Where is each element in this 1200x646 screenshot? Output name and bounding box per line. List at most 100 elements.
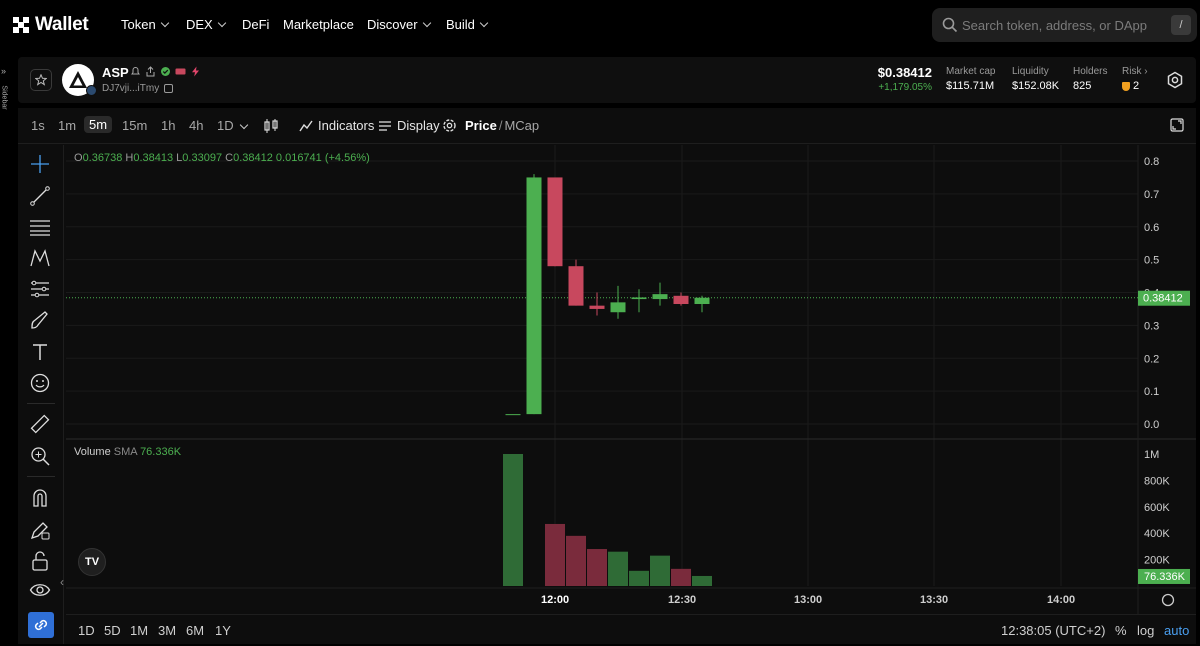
logo-text: Wallet: [35, 14, 89, 35]
timeframe-dropdown[interactable]: [239, 116, 249, 131]
nav-defi[interactable]: DeFi: [242, 17, 269, 32]
ruler-icon: [30, 414, 50, 434]
search-shortcut: /: [1171, 15, 1191, 35]
volume-axis-label: 800K: [1144, 475, 1170, 487]
lock-tool[interactable]: [29, 550, 51, 572]
volume-bar: [629, 570, 649, 586]
timeframe-1d[interactable]: 1D: [217, 118, 234, 133]
projection-icon: [31, 280, 49, 298]
trendline-tool[interactable]: [29, 185, 51, 207]
fullscreen-icon[interactable]: [1170, 118, 1184, 132]
nav-discover-label: Discover: [367, 17, 418, 32]
search-placeholder: Search token, address, or DApp: [962, 18, 1147, 33]
percent-toggle[interactable]: %: [1115, 623, 1127, 638]
nav-discover[interactable]: Discover: [367, 17, 431, 32]
chevron-down-icon: [160, 18, 169, 28]
candle-body: [505, 414, 521, 416]
fib-tool[interactable]: [29, 216, 51, 238]
crosshair-tool[interactable]: [29, 153, 51, 175]
range-1m[interactable]: 1M: [130, 623, 148, 638]
candlestick-type-icon[interactable]: [264, 118, 278, 134]
range-3m[interactable]: 3M: [158, 623, 176, 638]
lock-drawing-tool[interactable]: [29, 519, 51, 541]
stat-value: $115.71M: [946, 80, 995, 92]
volume-axis-label: 200K: [1144, 555, 1170, 567]
candle-body: [610, 302, 626, 313]
nav-build[interactable]: Build: [446, 17, 489, 32]
chart-plot-area[interactable]: 0.80.70.60.50.40.30.20.10.012:0012:3013:…: [60, 145, 1196, 644]
candle-body: [631, 297, 647, 300]
price-axis-label: 0.3: [1144, 320, 1159, 332]
wallet-logo[interactable]: Wallet: [13, 14, 89, 36]
axis-settings-gear-icon: [1161, 593, 1175, 607]
auto-toggle[interactable]: auto: [1164, 623, 1189, 638]
stat-label: Market cap: [946, 66, 996, 77]
link-tool[interactable]: [28, 612, 54, 638]
stat-risk[interactable]: Risk › 2: [1122, 66, 1148, 92]
sidebar-toggle[interactable]: » Sidebar: [0, 66, 12, 126]
top-nav: Wallet Token DEX DeFi Marketplace Discov…: [0, 0, 1200, 50]
timeframe-1h[interactable]: 1h: [161, 118, 175, 133]
range-6m[interactable]: 6M: [186, 623, 204, 638]
unlock-icon: [32, 551, 48, 571]
low-value: 0.33097: [182, 152, 223, 164]
indicators-button[interactable]: Indicators: [299, 118, 374, 133]
emoji-tool[interactable]: [29, 372, 51, 394]
check-badge-icon: [161, 67, 170, 76]
magnet-tool[interactable]: [29, 487, 51, 509]
change-value: 0.016741 (+4.56%): [275, 152, 370, 164]
range-1d[interactable]: 1D: [78, 623, 95, 638]
brush-tool[interactable]: [29, 309, 51, 331]
stat-value: $152.08K: [1012, 80, 1060, 92]
high-value: 0.38413: [133, 152, 174, 164]
measure-tool[interactable]: [29, 413, 51, 435]
display-button[interactable]: Display: [378, 118, 440, 133]
candle-body: [547, 177, 563, 267]
price-axis-label: 0.2: [1144, 353, 1159, 365]
settings-gear-icon[interactable]: [1166, 71, 1184, 89]
timeframe-1m[interactable]: 1m: [58, 118, 76, 133]
timeframe-4h[interactable]: 4h: [189, 118, 203, 133]
volume-sma-label: 76.336K: [1144, 571, 1186, 583]
price-mcap-toggle[interactable]: Price / MCap: [465, 118, 539, 133]
volume-bar: [671, 568, 691, 586]
stat-label: Holders: [1073, 66, 1108, 77]
favorite-button[interactable]: [30, 69, 52, 91]
time-axis-label: 14:00: [1047, 594, 1075, 606]
timeframe-1s[interactable]: 1s: [31, 118, 45, 133]
shield-icon: [1122, 81, 1130, 91]
zoom-tool[interactable]: [29, 445, 51, 467]
nav-marketplace[interactable]: Marketplace: [283, 17, 354, 32]
token-address-text: DJ7vji...iTmy: [102, 83, 160, 94]
search-input[interactable]: Search token, address, or DApp /: [932, 8, 1197, 42]
display-icon: [379, 120, 391, 131]
text-tool[interactable]: [29, 341, 51, 363]
nav-token[interactable]: Token: [121, 17, 169, 32]
nav-dex[interactable]: DEX: [186, 17, 226, 32]
chart-settings-gear-icon[interactable]: [442, 118, 457, 133]
chart-clock[interactable]: 12:38:05 (UTC+2): [1001, 623, 1105, 638]
tradingview-logo-icon[interactable]: TV: [78, 548, 106, 576]
volume-bar: [608, 551, 628, 586]
risk-count: 2: [1133, 80, 1140, 92]
timeframe-15m[interactable]: 15m: [122, 118, 147, 133]
bell-icon[interactable]: [130, 66, 141, 77]
share-icon[interactable]: [145, 66, 156, 77]
range-1y[interactable]: 1Y: [215, 623, 231, 638]
risk-value: 2: [1122, 80, 1148, 92]
copy-icon[interactable]: [164, 84, 174, 93]
chevron-left-icon[interactable]: ‹: [60, 575, 64, 589]
mcap-option[interactable]: MCap: [504, 118, 539, 133]
price-axis-label: 0.8: [1144, 156, 1159, 168]
visibility-tool[interactable]: [29, 579, 51, 601]
prediction-tool[interactable]: [29, 278, 51, 300]
price-chart[interactable]: 0.80.70.60.50.40.30.20.10.012:0012:3013:…: [66, 145, 1196, 614]
timeframe-5m[interactable]: 5m: [84, 116, 113, 133]
pattern-tool[interactable]: [29, 247, 51, 269]
stat-holders: Holders 825: [1073, 66, 1107, 92]
log-toggle[interactable]: log: [1137, 623, 1154, 638]
price-option[interactable]: Price: [465, 118, 497, 133]
range-5d[interactable]: 5D: [104, 623, 121, 638]
text-icon: [33, 344, 47, 360]
time-axis-label: 13:00: [794, 594, 822, 606]
